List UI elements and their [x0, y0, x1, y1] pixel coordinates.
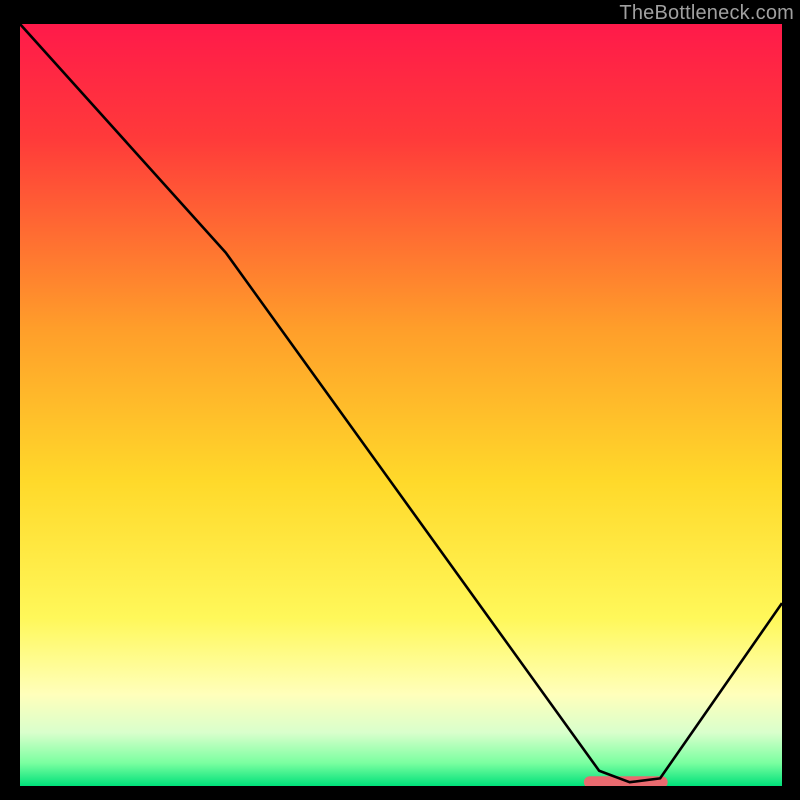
- gradient-background: [20, 24, 782, 786]
- chart-container: TheBottleneck.com: [0, 0, 800, 800]
- chart-svg: [20, 24, 782, 786]
- watermark-text: TheBottleneck.com: [619, 2, 794, 25]
- plot-area: [20, 24, 782, 786]
